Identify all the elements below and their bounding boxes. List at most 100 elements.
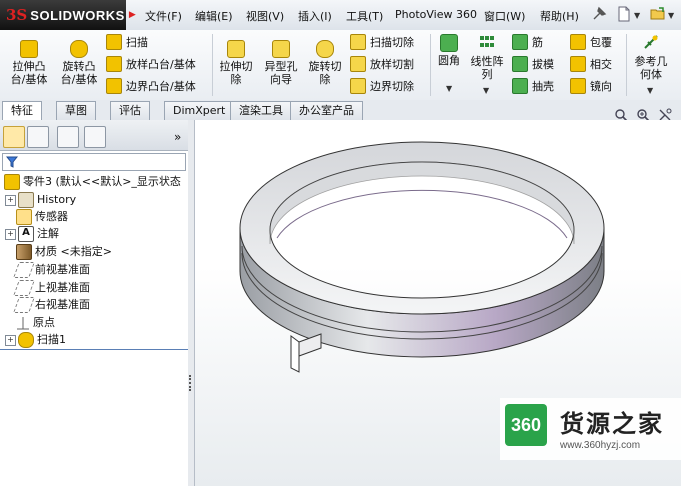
display-manager-tab-icon[interactable] xyxy=(84,126,106,148)
tree-item-history[interactable]: + History xyxy=(5,192,76,208)
boundary-boss-label: 边界凸台/基体 xyxy=(126,80,196,93)
hole-wizard-button[interactable]: 异型孔 向导 xyxy=(260,40,302,86)
open-dropdown-icon[interactable]: ▼ xyxy=(668,11,674,20)
material-icon xyxy=(16,244,32,260)
revolve-boss-button[interactable]: 旋转凸 台/基体 xyxy=(58,40,100,86)
menu-window[interactable]: 窗口(W) xyxy=(484,8,525,24)
wrap-button[interactable]: 包覆 xyxy=(570,34,612,50)
menu-help[interactable]: 帮助(H) xyxy=(540,8,579,24)
feature-tree-tab-icon[interactable] xyxy=(3,126,25,148)
reference-geometry-icon xyxy=(644,35,658,49)
wrap-label: 包覆 xyxy=(590,36,612,49)
sweep-feature-icon xyxy=(18,332,34,348)
fillet-label: 圆角 xyxy=(438,54,460,67)
fillet-icon xyxy=(440,34,458,52)
new-dropdown-icon[interactable]: ▼ xyxy=(634,11,640,20)
lofted-cut-label: 放样切割 xyxy=(370,58,414,71)
extrude-cut-icon xyxy=(227,40,245,58)
tab-features[interactable]: 特征 xyxy=(2,101,42,121)
expand-toggle-icon[interactable]: + xyxy=(5,194,16,206)
tree-item-sweep1[interactable]: + 扫描1 xyxy=(5,332,66,348)
reference-geometry-button[interactable]: 参考几 何体 xyxy=(630,34,672,81)
boundary-cut-button[interactable]: 边界切除 xyxy=(350,78,414,94)
ribbon-separator xyxy=(626,34,627,96)
tree-item-label: 注解 xyxy=(37,227,59,240)
revolve-cut-label: 旋转切 除 xyxy=(308,60,342,86)
open-folder-icon[interactable] xyxy=(650,6,666,22)
tree-root-part[interactable]: 零件3 (默认<<默认>_显示状态 xyxy=(4,174,181,190)
logo-flyout-icon: ▶ xyxy=(128,10,136,20)
revolve-boss-icon xyxy=(70,40,88,58)
swept-cut-button[interactable]: 扫描切除 xyxy=(350,34,414,50)
tree-item-label: 原点 xyxy=(33,316,55,329)
shell-icon xyxy=(512,78,528,94)
fillet-button[interactable]: 圆角 xyxy=(434,34,464,67)
watermark-logo: 360 xyxy=(505,404,547,446)
menu-insert[interactable]: 插入(I) xyxy=(298,8,332,24)
menu-file[interactable]: 文件(F) xyxy=(145,8,182,24)
rib-icon xyxy=(512,34,528,50)
mirror-button[interactable]: 镜向 xyxy=(570,78,612,94)
tree-item-sensors[interactable]: 传感器 xyxy=(16,209,68,225)
configuration-manager-tab-icon[interactable] xyxy=(57,126,79,148)
brand-prefix: 3S xyxy=(6,6,28,24)
tree-item-top-plane[interactable]: 上视基准面 xyxy=(13,280,90,296)
tree-item-material[interactable]: 材质 <未指定> xyxy=(16,244,112,260)
history-icon xyxy=(18,192,34,208)
rib-button[interactable]: 筋 xyxy=(512,34,543,50)
boundary-boss-icon xyxy=(106,78,122,94)
extrude-cut-label: 拉伸切 除 xyxy=(219,60,253,86)
tree-item-front-plane[interactable]: 前视基准面 xyxy=(13,262,90,278)
tab-sketch[interactable]: 草图 xyxy=(56,101,96,120)
fillet-dropdown-icon[interactable]: ▼ xyxy=(446,84,452,93)
ref-geometry-dropdown-icon[interactable]: ▼ xyxy=(647,86,653,95)
revolve-boss-label: 旋转凸 台/基体 xyxy=(60,60,98,86)
tab-office-products[interactable]: 办公室产品 xyxy=(290,101,363,120)
tree-item-label: 前视基准面 xyxy=(35,263,90,276)
expand-toggle-icon[interactable]: + xyxy=(5,228,16,240)
sweep-icon xyxy=(106,34,122,50)
tab-evaluate[interactable]: 评估 xyxy=(110,101,150,120)
tree-item-label: 上视基准面 xyxy=(35,281,90,294)
loft-boss-label: 放样凸台/基体 xyxy=(126,58,196,71)
loft-boss-button[interactable]: 放样凸台/基体 xyxy=(106,56,196,72)
rollback-bar[interactable] xyxy=(0,349,188,350)
property-manager-tab-icon[interactable] xyxy=(27,126,49,148)
draft-icon xyxy=(512,56,528,72)
ribbon-separator xyxy=(430,34,431,96)
extrude-cut-button[interactable]: 拉伸切 除 xyxy=(216,40,256,86)
annotation-icon: A xyxy=(18,226,34,242)
tree-item-label: 右视基准面 xyxy=(35,298,90,311)
tree-filter[interactable] xyxy=(2,153,186,171)
plane-icon xyxy=(13,280,35,296)
revolve-cut-icon xyxy=(316,40,334,58)
pin-icon[interactable] xyxy=(591,6,607,22)
menu-view[interactable]: 视图(V) xyxy=(246,8,284,24)
extrude-boss-button[interactable]: 拉伸凸 台/基体 xyxy=(8,40,50,86)
tab-render-tools[interactable]: 渲染工具 xyxy=(230,101,292,120)
lofted-cut-button[interactable]: 放样切割 xyxy=(350,56,414,72)
expand-panel-icon[interactable]: » xyxy=(174,130,181,144)
menu-photoview[interactable]: PhotoView 360 xyxy=(395,8,477,21)
menu-tools[interactable]: 工具(T) xyxy=(346,8,383,24)
tab-dimxpert[interactable]: DimXpert xyxy=(164,101,235,120)
tree-item-label: 扫描1 xyxy=(37,333,66,346)
sweep-button[interactable]: 扫描 xyxy=(106,34,148,50)
reference-geometry-label: 参考几 何体 xyxy=(634,55,668,81)
part-icon xyxy=(4,174,20,190)
revolve-cut-button[interactable]: 旋转切 除 xyxy=(304,40,346,86)
panel-splitter[interactable] xyxy=(188,120,195,486)
linear-pattern-button[interactable]: 线性阵 列 xyxy=(466,34,508,81)
tree-item-origin[interactable]: 原点 xyxy=(16,315,55,331)
boundary-boss-button[interactable]: 边界凸台/基体 xyxy=(106,78,196,94)
solidworks-logo[interactable]: 3S SOLIDWORKS ▶ xyxy=(0,0,136,30)
expand-toggle-icon[interactable]: + xyxy=(5,334,16,346)
tree-item-annotations[interactable]: + A 注解 xyxy=(5,226,59,242)
tree-item-right-plane[interactable]: 右视基准面 xyxy=(13,297,90,313)
intersect-button[interactable]: 相交 xyxy=(570,56,612,72)
pattern-dropdown-icon[interactable]: ▼ xyxy=(483,86,489,95)
draft-button[interactable]: 拔模 xyxy=(512,56,554,72)
shell-button[interactable]: 抽壳 xyxy=(512,78,554,94)
menu-edit[interactable]: 编辑(E) xyxy=(195,8,233,24)
new-document-icon[interactable] xyxy=(616,6,632,22)
